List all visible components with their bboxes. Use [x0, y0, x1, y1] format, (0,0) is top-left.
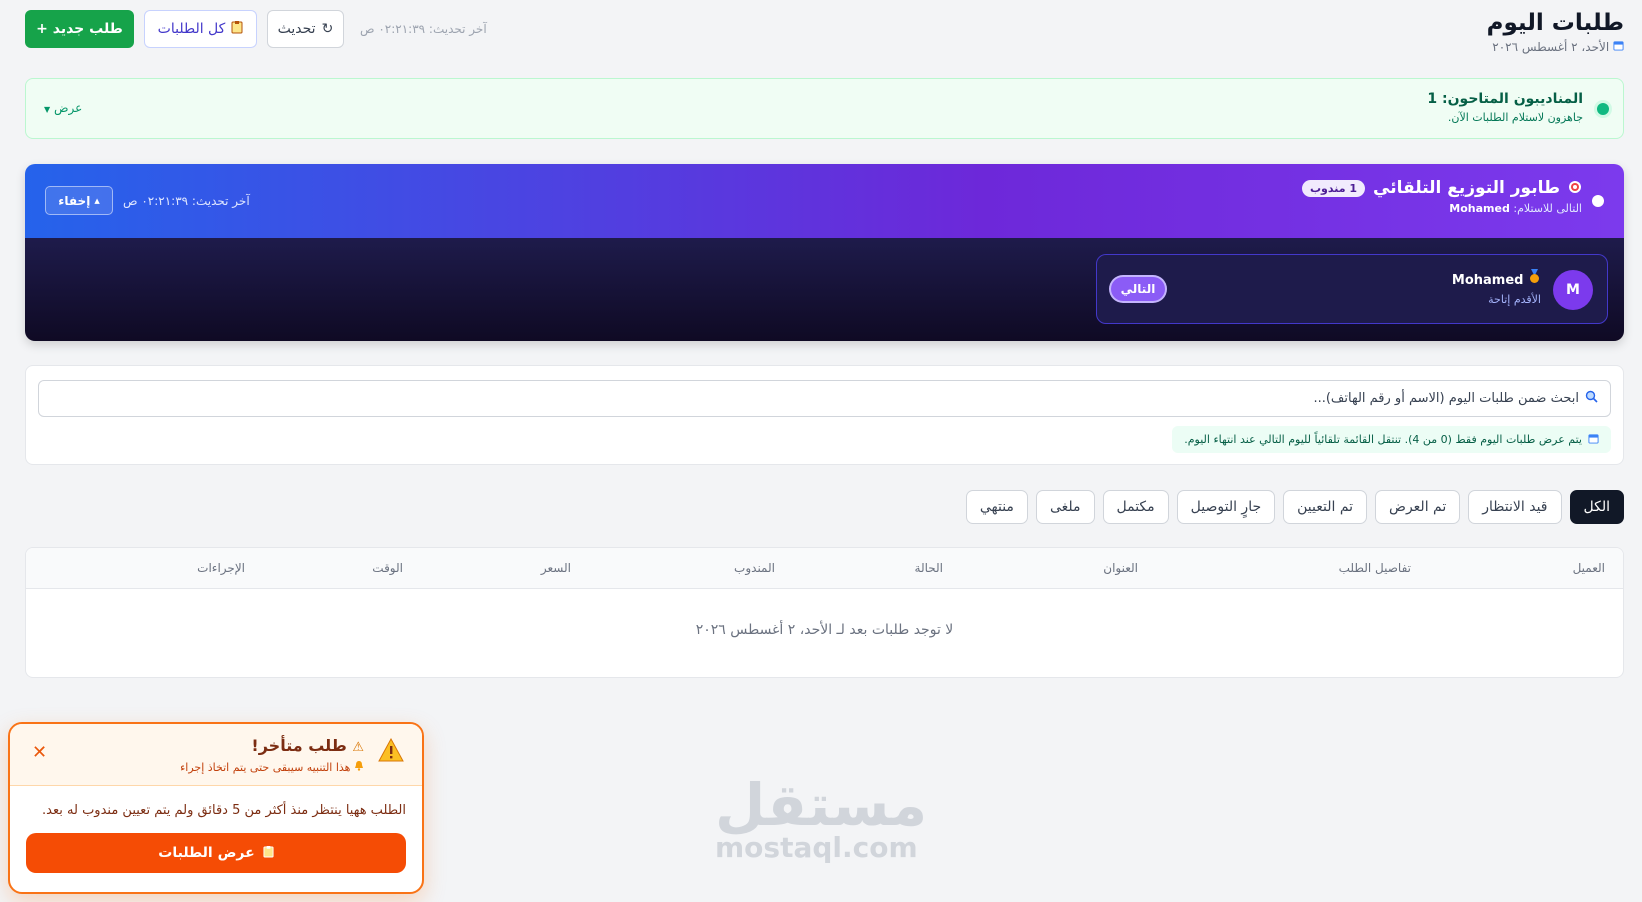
queue-title: طابور التوزيع التلقائي [1373, 178, 1560, 198]
queue-count-badge: 1 مندوب [1302, 179, 1366, 197]
queue-rep-card[interactable]: M Mohamed الأقدم إتاحة التالي [1096, 254, 1608, 324]
tab-all[interactable]: الكل [1569, 490, 1624, 524]
search-placeholder: ابحث ضمن طلبات اليوم (الاسم أو رقم الهات… [1313, 391, 1579, 406]
column-header: المندوب [734, 561, 775, 575]
page-date: الأحد، ٢ أغسطس ٢٠٢٦ [1487, 40, 1624, 54]
rep-subtitle: الأقدم إتاحة [1488, 293, 1541, 306]
last-update-text: آخر تحديث: ٠٢:٢١:٣٩ ص [360, 22, 487, 36]
available-reps-title: المناديبون المتاحون: 1 [1427, 91, 1583, 107]
close-icon[interactable]: ✕ [32, 742, 47, 763]
queue-live-dot-icon [1592, 195, 1604, 207]
toast-message: الطلب ههيا ينتظر منذ أكثر من 5 دقائق ولم… [42, 803, 406, 818]
caret-up-icon: ▲ [94, 196, 100, 205]
page-title: طلبات اليوم [1486, 10, 1624, 36]
watermark-arabic: مستقل [715, 771, 928, 839]
date-text: الأحد، ٢ أغسطس ٢٠٢٦ [1492, 40, 1610, 54]
next-badge: التالي [1111, 277, 1165, 301]
watermark-url: mostaql.com [715, 831, 918, 864]
clipboard-icon [231, 20, 243, 38]
view-reps-label: عرض [53, 101, 83, 115]
table-header: العميل تفاصيل الطلب العنوان الحالة المند… [26, 548, 1623, 589]
today-info-bar: يتم عرض طلبات اليوم فقط (0 من 4). تنتقل … [1172, 426, 1611, 453]
queue-title-block: طابور التوزيع التلقائي 1 مندوب التالى لل… [1302, 178, 1582, 215]
column-header: العنوان [1103, 561, 1138, 575]
column-header: الحالة [914, 561, 943, 575]
status-dot-icon [1597, 103, 1609, 115]
refresh-label: تحديث [277, 21, 316, 37]
all-orders-button[interactable]: كل الطلبات [144, 10, 257, 48]
toast-title-block: ⚠ طلب متأخر! هذا التنبيه سيبقى حتى يتم ا… [180, 736, 364, 774]
search-icon [1585, 390, 1598, 407]
rep-info: Mohamed الأقدم إتاحة [1452, 269, 1541, 306]
page-header: طلبات اليوم الأحد، ٢ أغسطس ٢٠٢٦ + طلب جد… [25, 8, 1624, 56]
toast-subtitle: هذا التنبيه سيبقى حتى يتم اتخاذ إجراء [180, 761, 351, 774]
tab-delivering[interactable]: جارٍ التوصيل [1176, 490, 1276, 524]
queue-next-line: التالى للاستلام: Mohamed [1302, 202, 1582, 215]
orders-table: العميل تفاصيل الطلب العنوان الحالة المند… [25, 547, 1624, 678]
column-header: الإجراءات [197, 561, 245, 575]
title-block: طلبات اليوم الأحد، ٢ أغسطس ٢٠٢٦ [1487, 8, 1624, 54]
view-reps-toggle[interactable]: ▼ عرض [44, 101, 82, 115]
tab-pending[interactable]: قيد الانتظار [1468, 490, 1562, 524]
search-input[interactable]: ابحث ضمن طلبات اليوم (الاسم أو رقم الهات… [38, 380, 1611, 417]
column-header: العميل [1572, 561, 1605, 575]
clipboard-icon [263, 845, 274, 862]
empty-state: لا توجد طلبات بعد لـ الأحد، ٢ أغسطس ٢٠٢٦ [695, 622, 954, 638]
medal-icon [1528, 269, 1541, 288]
auto-dispatch-queue: طابور التوزيع التلقائي 1 مندوب التالى لل… [25, 164, 1624, 341]
available-reps-text: المناديبون المتاحون: 1 جاهزون لاستلام ال… [1427, 91, 1583, 124]
queue-body: M Mohamed الأقدم إتاحة التالي [25, 238, 1624, 341]
rep-name: Mohamed [1451, 273, 1524, 288]
column-header: الوقت [372, 561, 403, 575]
view-orders-button[interactable]: عرض الطلبات [26, 833, 406, 873]
page: طلبات اليوم الأحد، ٢ أغسطس ٢٠٢٦ + طلب جد… [0, 0, 1642, 902]
today-info-text: يتم عرض طلبات اليوم فقط (0 من 4). تنتقل … [1184, 433, 1582, 446]
column-header: تفاصيل الطلب [1338, 561, 1411, 575]
available-reps-subtitle: جاهزون لاستلام الطلبات الآن. [1447, 111, 1583, 124]
warning-icon [378, 737, 404, 766]
queue-next-name: Mohamed [1449, 202, 1510, 215]
view-orders-label: عرض الطلبات [158, 845, 255, 861]
bell-icon [354, 760, 364, 774]
toast-title-row: ⚠ طلب متأخر! [180, 736, 364, 755]
watermark: مستقل mostaql.com [715, 771, 928, 864]
queue-controls: إخفاء ▲ آخر تحديث: ٠٢:٢١:٣٩ ص [45, 186, 250, 215]
toast-title: طلب متأخر! [251, 736, 347, 755]
tab-assigned[interactable]: تم التعيين [1283, 490, 1368, 524]
new-order-button[interactable]: + طلب جديد [25, 10, 134, 48]
tab-cancelled[interactable]: ملغى [1035, 490, 1095, 524]
refresh-button[interactable]: تحديث ↻ [267, 10, 344, 48]
tab-offered[interactable]: تم العرض [1375, 490, 1461, 524]
queue-last-update: آخر تحديث: ٠٢:٢١:٣٩ ص [123, 193, 250, 208]
calendar-icon [1588, 433, 1599, 447]
toast-header: ⚠ طلب متأخر! هذا التنبيه سيبقى حتى يتم ا… [10, 724, 422, 786]
calendar-icon [1613, 40, 1624, 54]
available-reps-banner: المناديبون المتاحون: 1 جاهزون لاستلام ال… [25, 78, 1624, 139]
search-card: ابحث ضمن طلبات اليوم (الاسم أو رقم الهات… [25, 365, 1624, 465]
caret-down-icon: ▼ [44, 105, 51, 114]
hide-label: إخفاء [58, 193, 91, 208]
queue-next-label: التالى للاستلام: [1513, 202, 1582, 215]
toast-subtitle-row: هذا التنبيه سيبقى حتى يتم اتخاذ إجراء [180, 760, 364, 774]
warning-small-icon: ⚠ [352, 740, 364, 755]
column-header: السعر [540, 561, 571, 575]
target-icon [1568, 179, 1582, 198]
status-tabs: الكل قيد الانتظار تم العرض تم التعيين جا… [965, 490, 1624, 524]
queue-header: طابور التوزيع التلقائي 1 مندوب التالى لل… [25, 164, 1624, 238]
refresh-icon: ↻ [321, 21, 334, 37]
avatar: M [1553, 270, 1593, 310]
late-order-toast: ⚠ طلب متأخر! هذا التنبيه سيبقى حتى يتم ا… [8, 722, 424, 894]
tab-expired[interactable]: منتهي [965, 490, 1028, 524]
all-orders-label: كل الطلبات [157, 21, 226, 37]
rep-name-row: Mohamed [1452, 269, 1541, 288]
tab-completed[interactable]: مكتمل [1102, 490, 1169, 524]
hide-queue-button[interactable]: إخفاء ▲ [45, 186, 113, 215]
header-actions: + طلب جديد كل الطلبات تحديث ↻ آخر تحديث:… [25, 10, 487, 48]
